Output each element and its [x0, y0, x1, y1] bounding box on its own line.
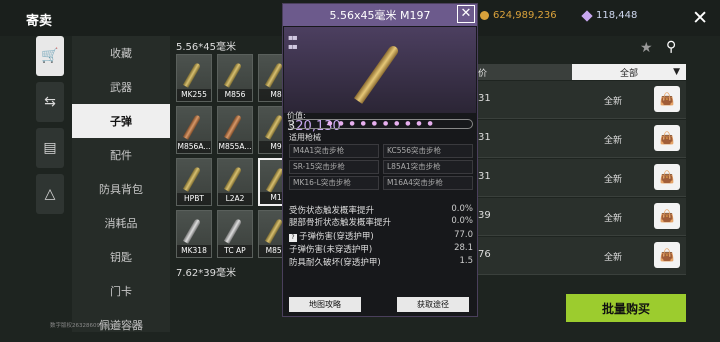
gun-item: SR-15突击步枪 [289, 160, 379, 174]
popup-title: 5.56x45毫米 M197 [329, 9, 431, 22]
mode-tabs: 🛒 ⇆ ▤ △ [36, 36, 64, 220]
gem-amount: 118,448 [596, 10, 638, 21]
cart-icon[interactable]: 🛒 [36, 36, 64, 76]
listing-header: 价 全部 ▼ [476, 64, 686, 80]
category-item-active[interactable]: 子弹 [72, 104, 170, 138]
item-grid-panel: 5.56*45毫米 MK255 M856 M8 M856A... M855A..… [176, 38, 294, 280]
gun-item: MK16-L突击步枪 [289, 176, 379, 190]
ammo-cell[interactable]: HPBT [176, 158, 212, 206]
item-detail-popup: 5.56x45毫米 M197 ✕ ▪▪ ▪▪ 价值: 320,130 ● ● ● … [282, 3, 478, 317]
gold-balance: 624,989,236 [480, 10, 557, 21]
stat-row: ? 子弹伤害(穿透护甲) 77.0 [289, 230, 473, 242]
stat-row: 腿部骨折状态触发概率提升 0.0% [289, 216, 473, 228]
stat-row: 子弹伤害(未穿透护甲) 28.1 [289, 243, 473, 255]
gem-icon [581, 9, 593, 22]
stat-row: 受伤状态触发概率提升 0.0% [289, 204, 473, 216]
ammo-cell[interactable]: TC AP [217, 210, 253, 258]
category-item[interactable]: 配件 [72, 138, 170, 172]
gun-item: M4A1突击步枪 [289, 144, 379, 158]
bullet-icon [182, 218, 202, 244]
footer-copyright: 数字版权2632860940-08-23-01:45 [50, 323, 143, 329]
attachment-bar: ● ● ● ● ● ● ● ● ● ● [289, 119, 473, 129]
buy-bag-icon[interactable]: 👜 [654, 125, 680, 151]
buy-bag-icon[interactable]: 👜 [654, 203, 680, 229]
category-item[interactable]: 武器 [72, 70, 170, 104]
filter-icon: ▼ [673, 67, 680, 77]
map-guide-button[interactable]: 地图攻略 [289, 297, 361, 312]
bullet-icon [223, 166, 243, 192]
ammo-cell[interactable]: M856A... [176, 106, 212, 154]
stat-row: 防具耐久破坏(穿透护甲) 1.5 [289, 256, 473, 268]
bullet-icon [353, 44, 401, 104]
clipboard-icon[interactable]: ▤ [36, 128, 64, 168]
category-item[interactable]: 防具背包 [72, 172, 170, 206]
ammo-cell[interactable]: M855A... [217, 106, 253, 154]
bullet-icon [182, 114, 202, 140]
close-icon[interactable]: ✕ [692, 7, 708, 29]
category-item[interactable]: 钥匙 [72, 240, 170, 274]
triangle-icon[interactable]: △ [36, 174, 64, 214]
price-column-header: 价 [478, 69, 488, 79]
gun-item: KC556突击步枪 [383, 144, 473, 158]
buy-bag-icon[interactable]: 👜 [654, 242, 680, 268]
favorite-star-icon[interactable]: ★ [640, 40, 653, 56]
search-icon[interactable]: ⚲ [666, 39, 676, 55]
gun-item: L85A1突击步枪 [383, 160, 473, 174]
bullet-icon [264, 62, 284, 88]
section-title: 7.62*39毫米 [176, 268, 236, 279]
compatible-guns-label: 适用枪械 [289, 133, 321, 142]
source-button[interactable]: 获取途径 [397, 297, 469, 312]
listing-row[interactable]: 31 全新 👜 [476, 159, 686, 197]
bulk-buy-button[interactable]: 批量购买 [566, 294, 686, 322]
close-icon[interactable]: ✕ [457, 5, 475, 23]
bullet-icon [223, 62, 243, 88]
category-list: 收藏 武器 子弹 配件 防具背包 消耗品 钥匙 门卡 佩道容器 [72, 36, 170, 332]
ammo-cell[interactable]: MK255 [176, 54, 212, 102]
buy-bag-icon[interactable]: 👜 [654, 164, 680, 190]
bullet-icon [223, 218, 243, 244]
bullet-icon [182, 62, 202, 88]
listing-row[interactable]: 31 全新 👜 [476, 81, 686, 119]
listing-row[interactable]: 39 全新 👜 [476, 198, 686, 236]
help-icon[interactable]: ? [289, 234, 297, 242]
gem-balance: 118,448 [581, 9, 638, 22]
listing-row[interactable]: 76 全新 👜 [476, 237, 686, 275]
sell-cart-icon[interactable]: ⇆ [36, 82, 64, 122]
bullet-icon [264, 218, 284, 244]
compatible-guns: M4A1突击步枪 KC556突击步枪 SR-15突击步枪 L85A1突击步枪 M… [289, 144, 473, 190]
bullet-icon [264, 114, 284, 140]
category-item[interactable]: 门卡 [72, 274, 170, 308]
ammo-cell[interactable]: MK318 [176, 210, 212, 258]
section-title: 5.56*45毫米 [176, 42, 236, 53]
gold-coin-icon [480, 11, 489, 20]
page-title: 寄卖 [26, 14, 53, 29]
bullet-icon [182, 166, 202, 192]
grid-dots-icon: ▪▪ ▪▪ [288, 33, 298, 51]
category-item[interactable]: 收藏 [72, 36, 170, 70]
gold-amount: 624,989,236 [493, 10, 557, 21]
ammo-grid: MK255 M856 M8 M856A... M855A... M9 HPBT … [176, 54, 294, 258]
ammo-cell[interactable]: M856 [217, 54, 253, 102]
category-item[interactable]: 消耗品 [72, 206, 170, 240]
ammo-cell[interactable]: L2A2 [217, 158, 253, 206]
bullet-icon [223, 114, 243, 140]
buy-bag-icon[interactable]: 👜 [654, 86, 680, 112]
gun-item: M16A4突击步枪 [383, 176, 473, 190]
filter-dropdown[interactable]: 全部 ▼ [572, 64, 686, 80]
popup-header: 5.56x45毫米 M197 ✕ [283, 4, 477, 26]
item-image: ▪▪ ▪▪ 价值: 320,130 [284, 27, 476, 134]
listing-row[interactable]: 31 全新 👜 [476, 120, 686, 158]
